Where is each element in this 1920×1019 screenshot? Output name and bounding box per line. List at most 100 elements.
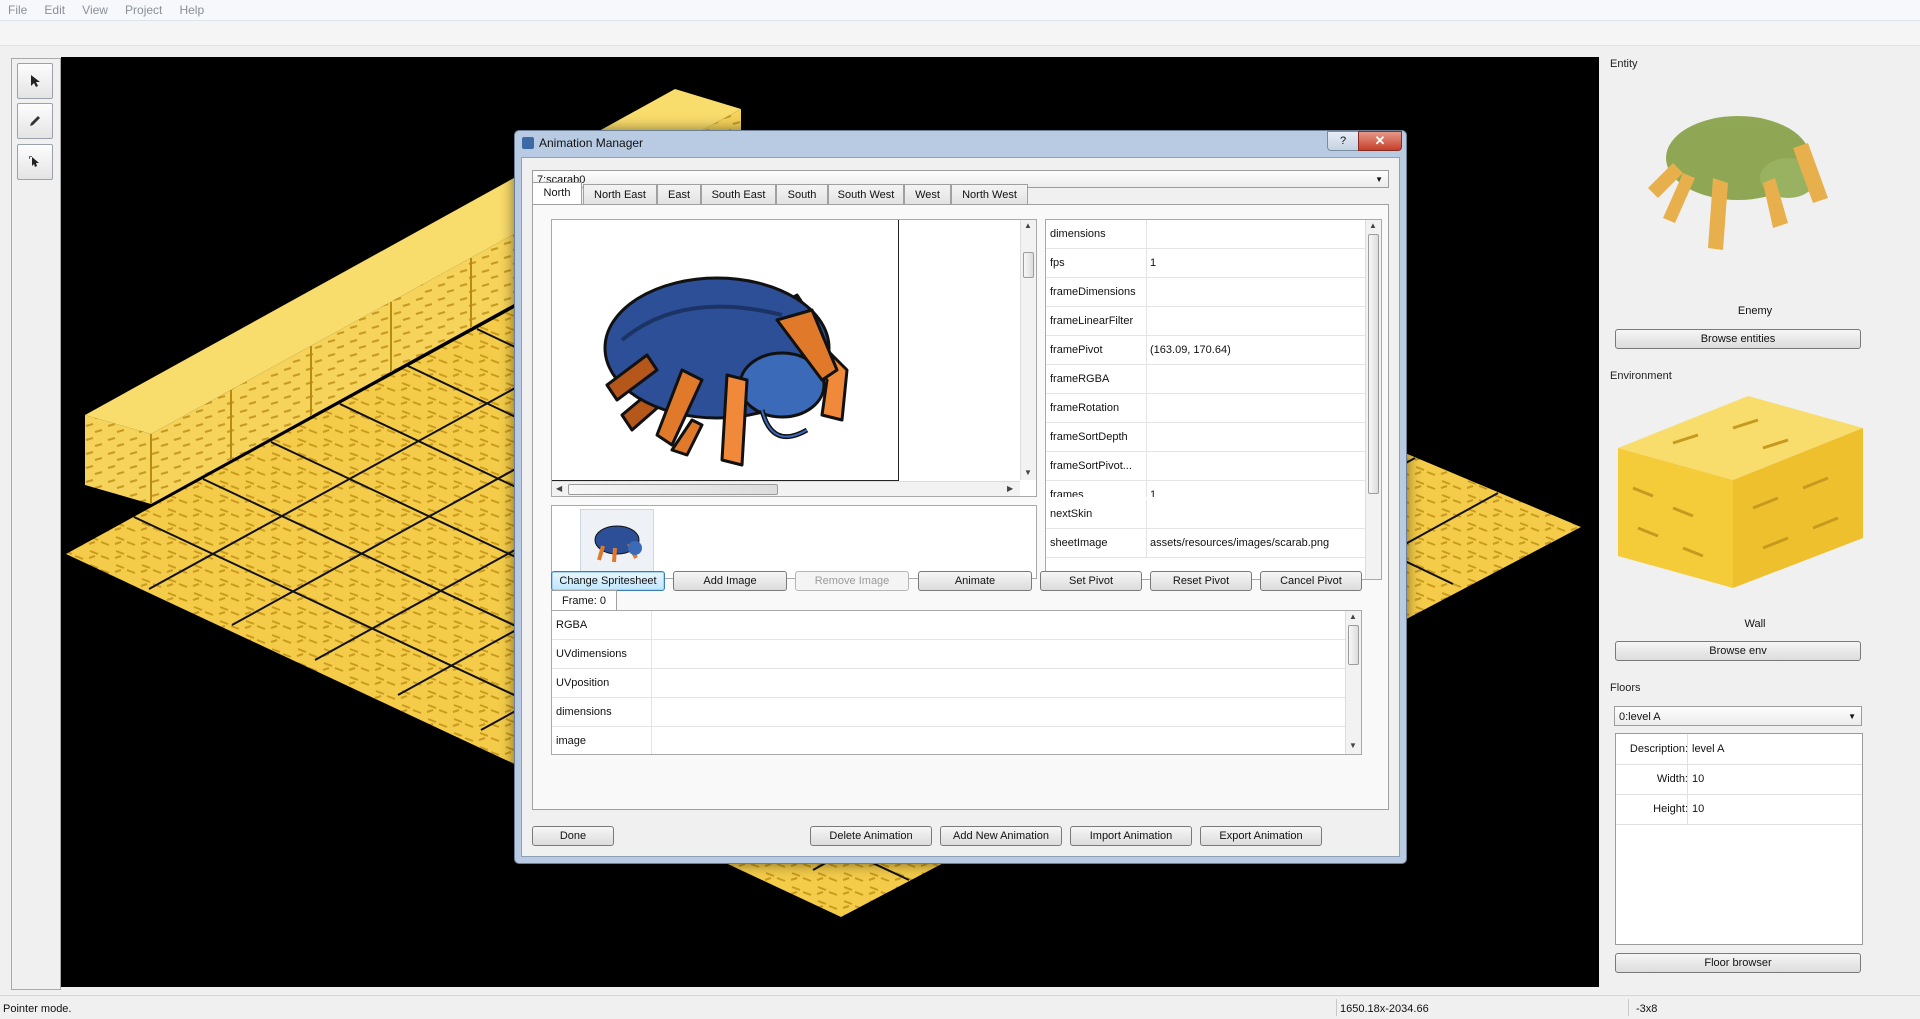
chevron-down-icon: ▼ [1848,712,1856,721]
scroll-thumb[interactable] [1023,252,1034,278]
pointer-tool-button[interactable] [17,63,53,99]
dialog-body: 7:scarab0 ▼ North North East East South … [521,157,1400,857]
floor-select-value: 0:level A [1619,711,1661,723]
reset-pivot-button[interactable]: Reset Pivot [1150,571,1252,591]
property-row[interactable]: fps 1 [1046,249,1366,278]
menu-file[interactable]: File [0,0,33,17]
menu-view[interactable]: View [74,0,114,17]
scarab-enemy-image [1648,116,1828,250]
pencil-tool-button[interactable] [17,103,53,139]
environment-group-label: Environment [1610,370,1672,382]
status-coordinates: 1650.18x-2034.66 [1340,1003,1429,1015]
tab-north-west[interactable]: North West [951,184,1028,204]
property-row[interactable]: framePivot (163.09, 170.64) [1046,336,1366,365]
direction-tabs: North North East East South East South S… [532,182,1387,205]
menu-bar: File Edit View Project Help [0,0,1920,21]
done-button[interactable]: Done [532,826,614,846]
property-row[interactable]: frameLinearFilter [1046,307,1366,336]
floor-properties-form: Description: level A Width: 10 Height: 1… [1615,733,1863,945]
property-row[interactable]: dimensions [1046,220,1366,249]
property-row[interactable]: sheetImage assets/resources/images/scarab… [1046,529,1366,558]
entity-name: Enemy [1737,305,1773,317]
floor-select[interactable]: 0:level A ▼ [1614,706,1862,726]
tab-east[interactable]: East [657,184,701,204]
tab-north[interactable]: North [532,182,582,205]
frame-properties-table: RGBA UVdimensions UVposition dimensions … [551,610,1362,755]
scroll-thumb[interactable] [1348,625,1359,665]
change-spritesheet-button[interactable]: Change Spritesheet [551,571,665,591]
menu-help[interactable]: Help [171,0,210,17]
tab-north-east[interactable]: North East [583,184,657,204]
floor-field-height[interactable]: Height: 10 [1616,794,1862,825]
delete-animation-button[interactable]: Delete Animation [810,826,932,846]
tab-west[interactable]: West [904,184,951,204]
sprite-vertical-scrollbar[interactable]: ▲ ▼ [1020,220,1036,480]
sprite-horizontal-scrollbar[interactable]: ◀ ▶ [552,481,1020,496]
direction-tab-panel: ▲ ▼ ◀ ▶ dimensions fps 1 frameDimensions… [532,204,1389,810]
scroll-up-icon[interactable]: ▲ [1369,221,1377,230]
top-toolbar-strip [0,21,1920,46]
add-image-button[interactable]: Add Image [673,571,787,591]
property-row[interactable]: frameDimensions [1046,278,1366,307]
frame-properties-scrollbar[interactable]: ▲ ▼ [1345,611,1361,754]
environment-name: Wall [1744,618,1766,630]
frame-property-row[interactable]: RGBA [552,611,1345,640]
help-button[interactable]: ? [1327,131,1359,151]
frame-thumbnail[interactable] [580,509,654,573]
tool-palette [11,58,61,990]
floors-group-label: Floors [1610,682,1641,694]
properties-scrollbar-lower[interactable] [1365,497,1381,579]
sprite-preview-area[interactable]: ▲ ▼ ◀ ▶ [551,219,1037,497]
scroll-up-icon[interactable]: ▲ [1349,612,1357,621]
set-pivot-button[interactable]: Set Pivot [1040,571,1142,591]
scarab-thumbnail-image [594,525,642,563]
cursor-arrow-icon [31,75,40,87]
property-row[interactable]: frameRGBA [1046,365,1366,394]
tab-frame-0[interactable]: Frame: 0 [551,590,617,611]
menu-project[interactable]: Project [117,0,168,17]
scroll-right-icon[interactable]: ▶ [1007,484,1013,493]
entity-group-label: Entity [1610,58,1638,70]
add-new-animation-button[interactable]: Add New Animation [940,826,1062,846]
property-row[interactable]: nextSkin [1046,500,1366,529]
scroll-thumb[interactable] [568,484,778,495]
scarab-sprite [603,276,849,467]
floor-field-width[interactable]: Width: 10 [1616,764,1862,795]
scroll-down-icon[interactable]: ▼ [1349,741,1357,750]
select-cursor-icon [29,156,39,167]
animation-properties-table: dimensions fps 1 frameDimensions frameLin… [1045,219,1382,511]
remove-image-button[interactable]: Remove Image [795,571,909,591]
status-bar: Pointer mode. 1650.18x-2034.66 -3x8 [0,995,1920,1019]
properties-scrollbar[interactable]: ▲ ▼ [1365,220,1381,510]
export-animation-button[interactable]: Export Animation [1200,826,1322,846]
browse-env-button[interactable]: Browse env [1615,641,1861,661]
scroll-up-icon[interactable]: ▲ [1024,221,1032,230]
animation-manager-dialog: Animation Manager ? ✕ 7:scarab0 ▼ North … [514,130,1407,864]
select-tile-tool-button[interactable] [17,144,53,180]
property-row[interactable]: frameSortPivot... [1046,452,1366,481]
wall-block-image [1618,396,1863,588]
sprite-canvas[interactable] [552,220,899,481]
tab-south-west[interactable]: South West [828,184,904,204]
floor-browser-button[interactable]: Floor browser [1615,953,1861,973]
import-animation-button[interactable]: Import Animation [1070,826,1192,846]
frame-property-row[interactable]: UVposition [552,669,1345,698]
property-row[interactable]: frameSortDepth [1046,423,1366,452]
frame-property-row[interactable]: UVdimensions [552,640,1345,669]
scroll-down-icon[interactable]: ▼ [1024,468,1032,477]
close-button[interactable]: ✕ [1358,131,1402,151]
cancel-pivot-button[interactable]: Cancel Pivot [1260,571,1362,591]
frame-property-row[interactable]: dimensions [552,698,1345,727]
browse-entities-button[interactable]: Browse entities [1615,329,1861,349]
tab-south[interactable]: South [776,184,828,204]
scroll-thumb[interactable] [1368,234,1379,494]
floor-field-description[interactable]: Description: level A [1616,734,1862,765]
status-tile: -3x8 [1636,1003,1658,1015]
tab-south-east[interactable]: South East [701,184,776,204]
menu-edit[interactable]: Edit [36,0,71,17]
property-row[interactable]: frameRotation [1046,394,1366,423]
environment-preview [1613,388,1863,588]
scroll-left-icon[interactable]: ◀ [556,484,562,493]
animate-button[interactable]: Animate [918,571,1032,591]
frame-property-row[interactable]: image [552,727,1345,754]
